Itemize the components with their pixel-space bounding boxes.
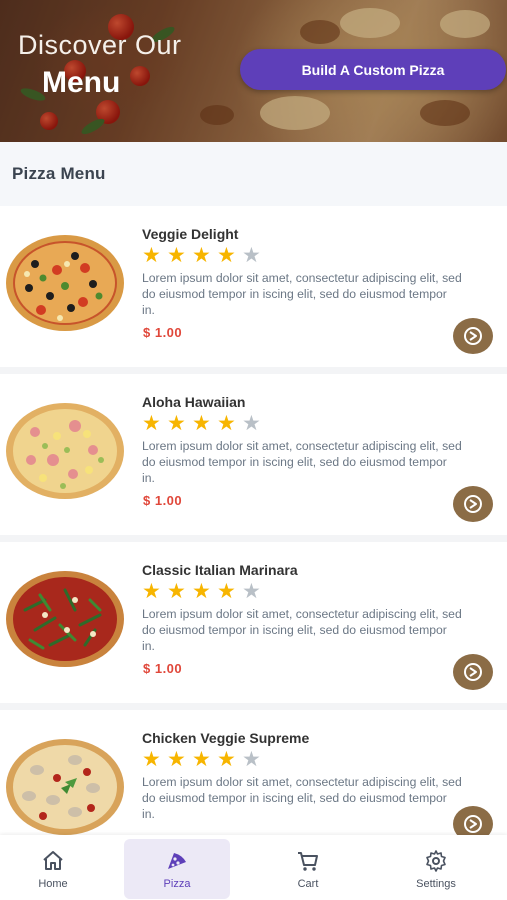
nav-label: Cart <box>297 877 319 890</box>
bottom-navigation: Home Pizza Cart Settings <box>0 835 507 900</box>
menu-item[interactable]: Veggie Delight ★ ★ ★ ★ ★ Lorem ipsum dol… <box>0 206 507 374</box>
add-cart-icon <box>464 495 482 513</box>
item-price: $ 1.00 <box>143 325 183 340</box>
star-filled-icon: ★ <box>167 244 186 267</box>
star-filled-icon: ★ <box>167 580 186 603</box>
veggie-pizza-image <box>6 235 124 331</box>
add-cart-icon <box>464 327 482 345</box>
star-filled-icon: ★ <box>192 580 211 603</box>
item-name: Veggie Delight <box>142 226 239 242</box>
hero-banner: Discover Our Menu Build A Custom Pizza <box>0 0 507 142</box>
nav-item-settings[interactable]: Settings <box>383 839 489 899</box>
gear-icon <box>424 849 448 873</box>
item-description: Lorem ipsum dolor sit amet, consectetur … <box>142 271 462 317</box>
section-header: Pizza Menu <box>0 142 507 206</box>
star-empty-icon: ★ <box>242 412 261 435</box>
star-filled-icon: ★ <box>142 412 161 435</box>
star-filled-icon: ★ <box>217 580 236 603</box>
star-empty-icon: ★ <box>242 580 261 603</box>
supreme-pizza-image <box>6 739 124 835</box>
nav-label: Pizza <box>163 877 191 890</box>
item-name: Aloha Hawaiian <box>142 394 246 410</box>
hawaiian-pizza-image <box>6 403 124 499</box>
add-to-cart-button[interactable] <box>453 318 493 354</box>
star-empty-icon: ★ <box>242 748 261 771</box>
item-price: $ 1.00 <box>143 493 183 508</box>
pizza-menu-list: Veggie Delight ★ ★ ★ ★ ★ Lorem ipsum dol… <box>0 206 507 878</box>
marinara-pizza-image <box>6 571 124 667</box>
star-filled-icon: ★ <box>217 748 236 771</box>
star-filled-icon: ★ <box>142 244 161 267</box>
star-empty-icon: ★ <box>242 244 261 267</box>
add-to-cart-button[interactable] <box>453 654 493 690</box>
build-custom-pizza-button[interactable]: Build A Custom Pizza <box>240 49 506 90</box>
menu-item[interactable]: Aloha Hawaiian ★ ★ ★ ★ ★ Lorem ipsum dol… <box>0 374 507 542</box>
item-description: Lorem ipsum dolor sit amet, consectetur … <box>142 607 462 653</box>
item-description: Lorem ipsum dolor sit amet, consectetur … <box>142 775 462 821</box>
rating-stars: ★ ★ ★ ★ ★ <box>142 748 267 772</box>
item-price: $ 1.00 <box>143 661 183 676</box>
menu-item[interactable]: Classic Italian Marinara ★ ★ ★ ★ ★ Lorem… <box>0 542 507 710</box>
hero-title-line2: Menu <box>42 66 121 99</box>
rating-stars: ★ ★ ★ ★ ★ <box>142 412 267 436</box>
star-filled-icon: ★ <box>167 412 186 435</box>
cart-icon <box>296 849 320 873</box>
nav-label: Settings <box>416 877 456 890</box>
add-cart-icon <box>464 663 482 681</box>
star-filled-icon: ★ <box>192 244 211 267</box>
nav-label: Home <box>38 877 68 890</box>
nav-item-cart[interactable]: Cart <box>255 839 361 899</box>
nav-item-pizza[interactable]: Pizza <box>124 839 230 899</box>
star-filled-icon: ★ <box>217 412 236 435</box>
section-title: Pizza Menu <box>12 164 106 183</box>
star-filled-icon: ★ <box>142 748 161 771</box>
hero-title-line1: Discover Our <box>18 30 182 60</box>
star-filled-icon: ★ <box>217 244 236 267</box>
rating-stars: ★ ★ ★ ★ ★ <box>142 244 267 268</box>
add-cart-icon <box>464 815 482 833</box>
pizza-slice-icon <box>165 849 189 873</box>
add-to-cart-button[interactable] <box>453 486 493 522</box>
nav-item-home[interactable]: Home <box>0 839 106 899</box>
item-description: Lorem ipsum dolor sit amet, consectetur … <box>142 439 462 485</box>
item-name: Classic Italian Marinara <box>142 562 298 578</box>
star-filled-icon: ★ <box>167 748 186 771</box>
home-icon <box>41 849 65 873</box>
item-name: Chicken Veggie Supreme <box>142 730 310 746</box>
star-filled-icon: ★ <box>192 412 211 435</box>
star-filled-icon: ★ <box>142 580 161 603</box>
star-filled-icon: ★ <box>192 748 211 771</box>
rating-stars: ★ ★ ★ ★ ★ <box>142 580 267 604</box>
